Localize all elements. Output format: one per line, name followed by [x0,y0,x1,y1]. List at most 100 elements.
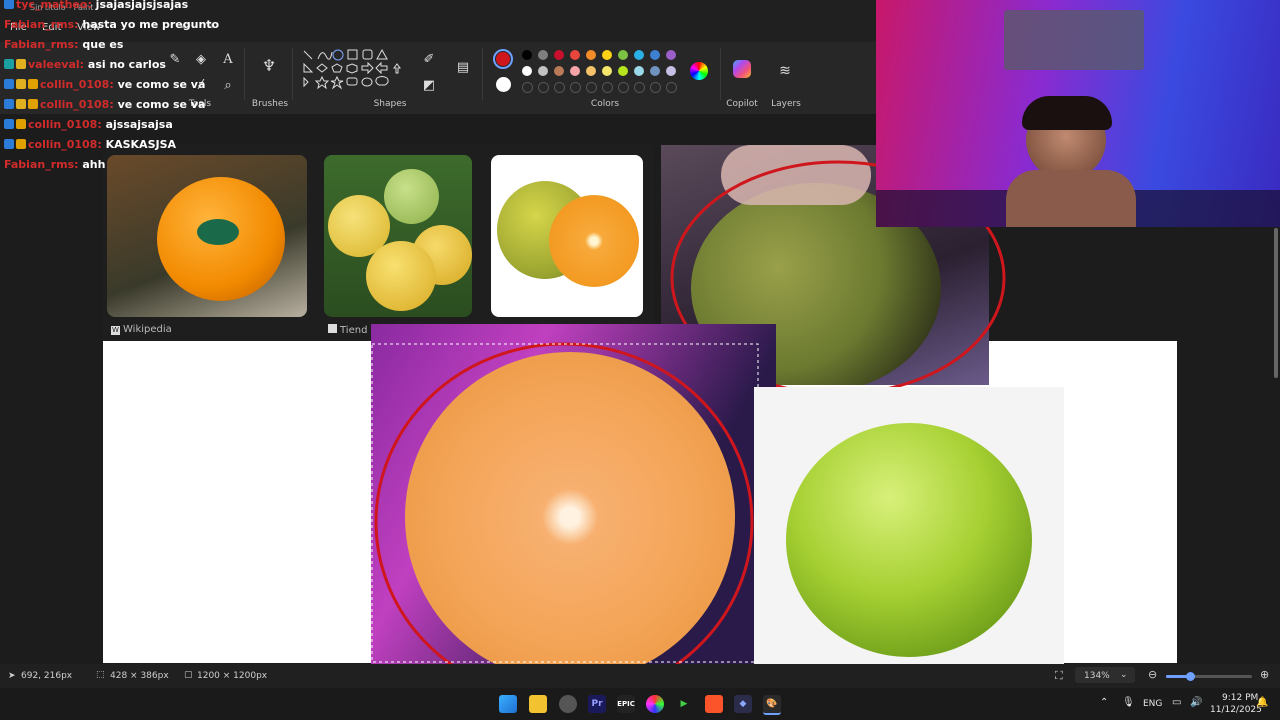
chat-badge-icon [16,119,26,129]
palette-swatch[interactable] [634,66,644,76]
layers-icon[interactable]: ≋ [776,62,794,80]
palette-swatch[interactable] [666,66,676,76]
chat-badge-icon [4,99,14,109]
palette-swatch[interactable] [618,66,628,76]
microphone-icon[interactable]: 🎙 [1122,697,1135,708]
chat-message: Fabian_rms: ahh [4,158,105,171]
copilot-icon[interactable] [733,60,751,78]
chevron-up-icon[interactable]: ⌃ [1100,697,1108,708]
orange-photo-3[interactable] [491,155,643,317]
custom-color-slot[interactable] [666,82,677,93]
palette-swatch[interactable] [666,50,676,60]
cursor-icon: ➤ [8,671,16,681]
secondary-color-slot[interactable] [496,77,511,92]
network-icon[interactable]: ▭ [1172,697,1181,708]
chat-badge-icon [28,79,38,89]
orange-photo-2[interactable] [324,155,472,317]
custom-color-slot[interactable] [586,82,597,93]
chat-username: Fabian_rms: [4,18,83,31]
palette-swatch[interactable] [554,66,564,76]
custom-color-slot[interactable] [634,82,645,93]
premiere-icon[interactable]: Pr [588,695,606,713]
clock-time[interactable]: 9:12 PM [1222,693,1258,703]
paint-app-icon[interactable]: 🎨 [763,695,781,715]
palette-swatch[interactable] [586,50,596,60]
chat-badge-icon [16,99,26,109]
chat-username: Fabian_rms: [4,38,83,51]
chrome-like-icon[interactable] [646,695,664,713]
palette-swatch[interactable] [650,66,660,76]
chat-text: ahh [82,158,106,171]
zoom-slider[interactable] [1166,675,1252,678]
palette-swatch[interactable] [554,50,564,60]
palette-swatch[interactable] [634,50,644,60]
palette-swatch[interactable] [538,50,548,60]
cursor-position: 692, 216px [21,671,73,681]
webcam-overlay [876,0,1280,227]
chat-badge-icon [4,59,14,69]
canvas-size-icon: ▢ [184,670,193,680]
source-text: Wikipedia [123,324,172,335]
epic-games-icon[interactable]: EPIC [617,695,635,713]
chat-message: Fabian_rms: que es [4,38,123,51]
zoom-out-icon[interactable]: ⊖ [1148,668,1157,681]
fit-window-icon[interactable]: ⛶ [1055,669,1063,683]
chat-badge-icon [28,99,38,109]
primary-color-slot[interactable] [493,49,513,69]
custom-color-slot[interactable] [618,82,629,93]
vertical-scrollbar[interactable] [1274,228,1278,378]
palette-swatch[interactable] [602,50,612,60]
selection-size: 428 × 386px [110,671,169,681]
chat-text: asi no carlos [87,58,166,71]
palette-swatch[interactable] [538,66,548,76]
source-label-store[interactable]: Tiend [328,324,367,336]
file-explorer-icon[interactable] [529,695,547,713]
palette-swatch[interactable] [522,66,532,76]
palette-swatch[interactable] [570,66,580,76]
chat-text: ve como se va [117,78,206,91]
copilot-group-label: Copilot [726,99,758,109]
chat-username: Fabian_rms: [4,158,83,171]
outline-icon[interactable]: ✐ [420,50,438,68]
clock-date[interactable]: 11/12/2025 [1210,705,1262,715]
custom-color-slot[interactable] [538,82,549,93]
divider [482,48,483,100]
zoom-value: 134% [1084,671,1110,681]
status-bar: ➤ 692, 216px ⬚ 428 × 386px ▢ 1200 × 1200… [0,664,1280,688]
obs-icon[interactable] [559,695,577,713]
custom-color-slot[interactable] [602,82,613,93]
chat-message: collin_0108: KASKASJSA [4,138,176,151]
palette-swatch[interactable] [650,50,660,60]
palette-swatch[interactable] [570,50,580,60]
chat-text: KASKASJSA [105,138,177,151]
windows-start-icon[interactable] [499,695,517,713]
palette-swatch[interactable] [522,50,532,60]
custom-color-slot[interactable] [650,82,661,93]
palette-swatch[interactable] [618,50,628,60]
shape-style-icon[interactable]: ▤ [454,58,472,76]
palette-swatch[interactable] [602,66,612,76]
edit-colors-icon[interactable] [690,62,708,80]
notification-icon[interactable]: 🔔 [1256,697,1268,708]
brave-icon[interactable] [705,695,723,713]
custom-color-slot[interactable] [570,82,581,93]
shape-fill-icon[interactable]: ◩ [420,76,438,94]
zoom-slider-thumb[interactable] [1186,672,1196,681]
chat-text: que es [82,38,124,51]
palette-swatch[interactable] [586,66,596,76]
color-palette [522,50,682,98]
stream-chat-overlay: tyc_matheo: jsajasjajsjsajas Fabian_rms: … [0,0,300,180]
shapes-gallery[interactable] [300,48,408,96]
chat-username: collin_0108: [28,118,106,131]
pasted-image-green-orange[interactable] [754,387,1064,664]
chat-badge-icon [4,79,14,89]
chat-badge-icon [4,139,14,149]
source-label-wikipedia[interactable]: W Wikipedia [111,324,172,335]
volume-icon[interactable]: 🔊 [1190,697,1202,708]
play-icon[interactable]: ▶ [675,695,693,713]
custom-color-slot[interactable] [522,82,533,93]
custom-color-slot[interactable] [554,82,565,93]
zoom-in-icon[interactable]: ⊕ [1260,668,1269,681]
app-icon[interactable]: ◆ [734,695,752,713]
language-indicator[interactable]: ENG [1143,699,1162,709]
